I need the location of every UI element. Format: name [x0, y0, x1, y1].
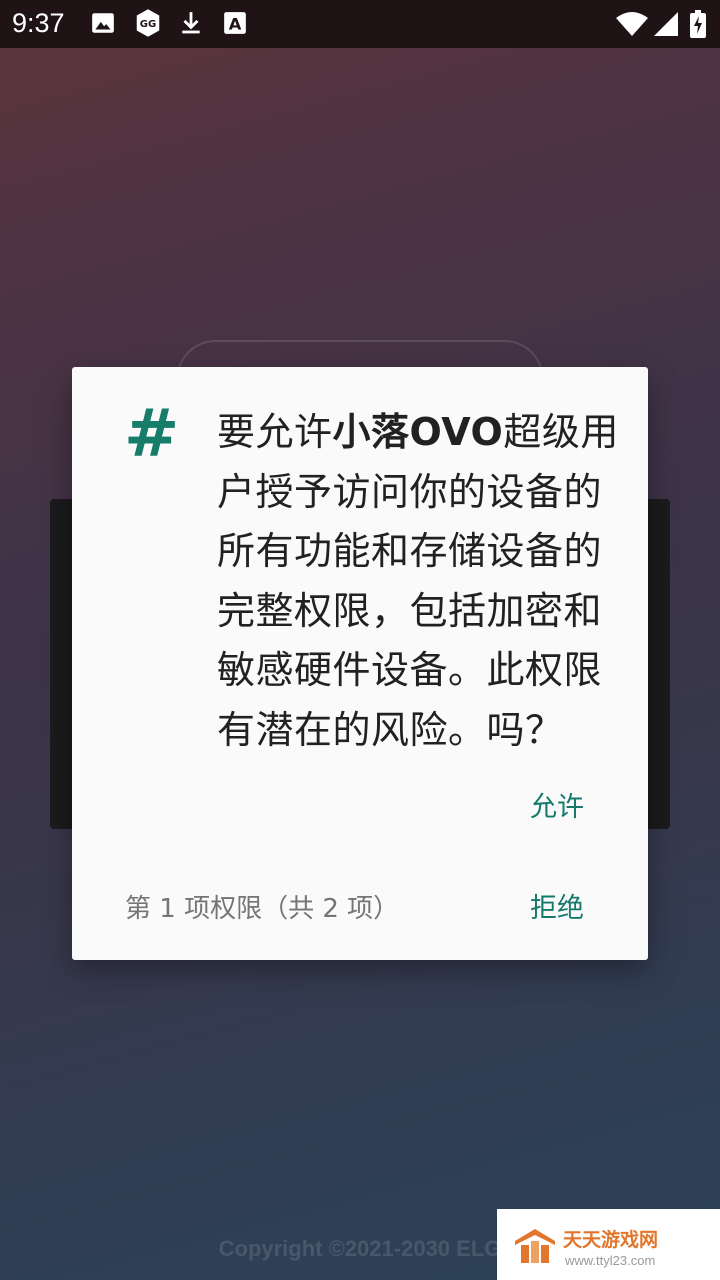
- battery-charging-icon: [690, 10, 706, 42]
- status-bar: 9:37 GG A: [0, 0, 720, 48]
- permission-dialog: # 要允许小落OVO超级用户授予访问你的设备的所有功能和存储设备的完整权限，包括…: [72, 367, 648, 960]
- game-controller-icon: GG: [133, 8, 163, 42]
- status-time: 9:37: [12, 8, 65, 38]
- accessibility-icon: A: [222, 10, 248, 40]
- watermark-logo-icon: [513, 1227, 557, 1269]
- wifi-icon: [616, 12, 648, 40]
- dialog-message: 要允许小落OVO超级用户授予访问你的设备的所有功能和存储设备的完整权限，包括加密…: [217, 403, 627, 760]
- watermark: 天天游戏网 www.ttyl23.com: [497, 1209, 720, 1280]
- svg-text:A: A: [229, 15, 242, 34]
- allow-button[interactable]: 允许: [530, 785, 584, 824]
- watermark-title: 天天游戏网: [563, 1229, 659, 1251]
- image-icon: [90, 10, 116, 40]
- deny-button[interactable]: 拒绝: [530, 886, 584, 925]
- watermark-url: www.ttyl23.com: [565, 1253, 656, 1268]
- cellular-signal-icon: [654, 12, 678, 40]
- app-name: 小落OVO: [332, 410, 504, 454]
- download-icon: [178, 10, 204, 40]
- message-body: 超级用户授予访问你的设备的所有功能和存储设备的完整权限，包括加密和敏感硬件设备。…: [217, 410, 619, 752]
- permission-step-label: 第 1 项权限（共 2 项）: [125, 894, 400, 924]
- svg-text:GG: GG: [140, 19, 156, 30]
- message-prefix: 要允许: [217, 410, 333, 454]
- hash-icon: #: [124, 395, 180, 472]
